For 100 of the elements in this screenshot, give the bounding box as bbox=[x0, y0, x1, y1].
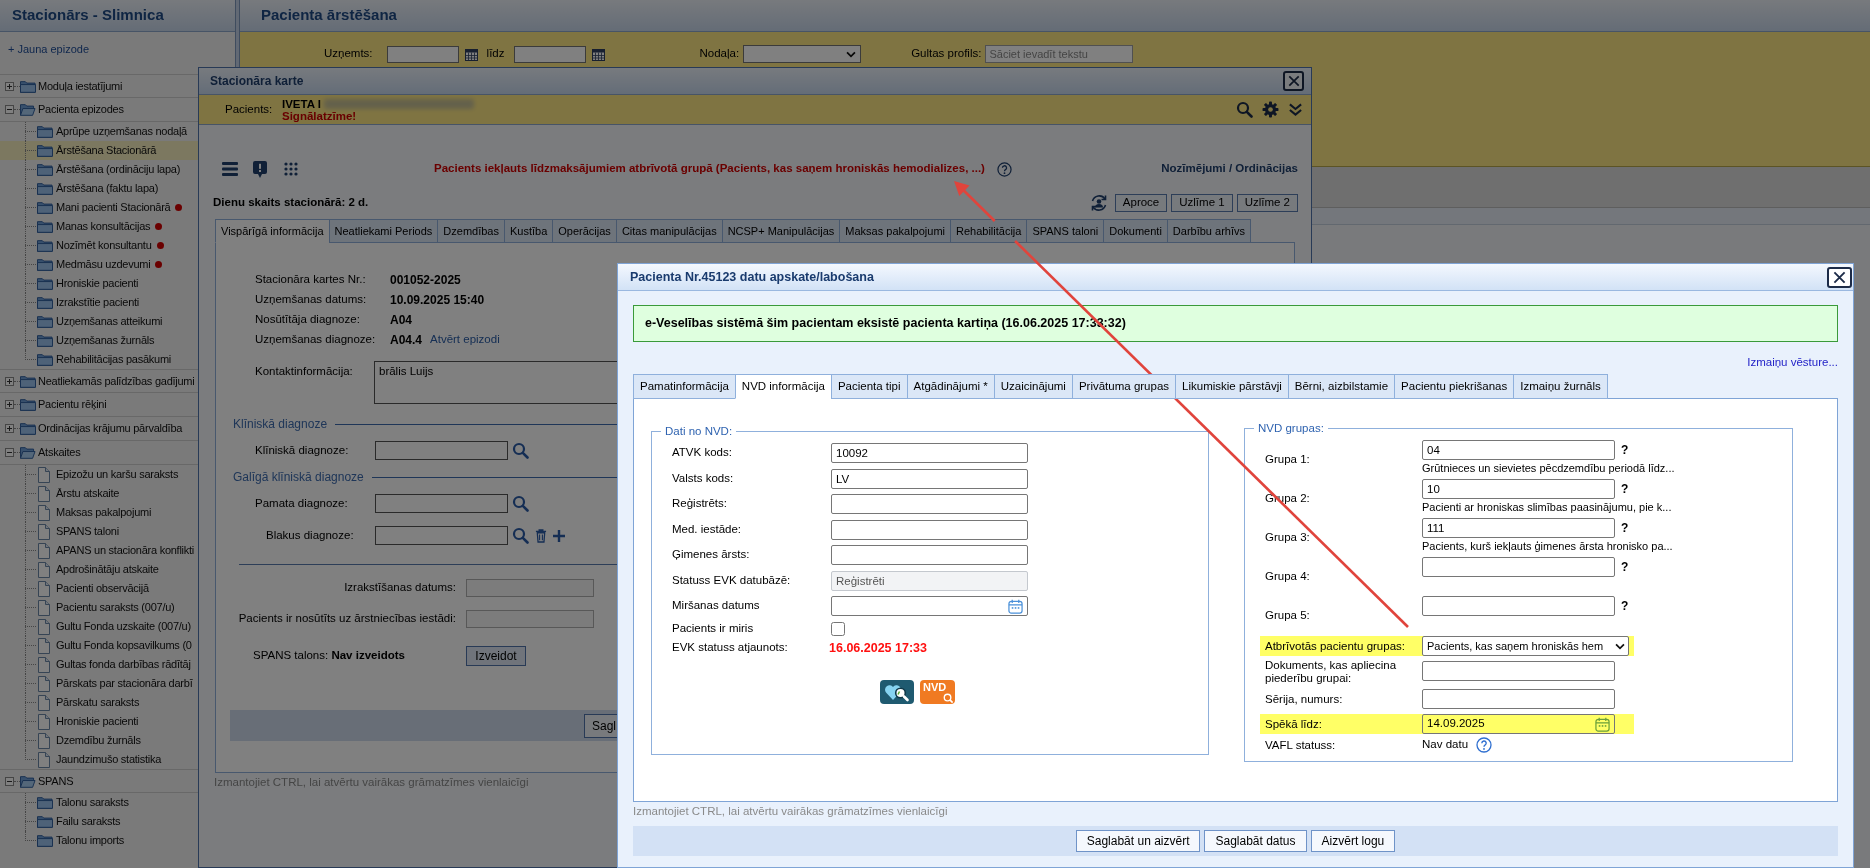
tree-item[interactable]: Gultas fonda darbības rādītāj bbox=[0, 655, 198, 674]
minus-box-icon[interactable] bbox=[5, 776, 14, 786]
tree-item[interactable]: Neatliekamās palīdzības gadījumi bbox=[0, 369, 198, 393]
department-select[interactable] bbox=[743, 45, 862, 63]
tree-item[interactable]: Moduļa iestatījumi bbox=[0, 74, 198, 98]
tree-item[interactable]: Uzņemšanas žurnāls bbox=[0, 331, 198, 350]
diagnosis-field[interactable] bbox=[375, 526, 508, 545]
evk-lookup-button[interactable] bbox=[880, 680, 914, 704]
settings-icon[interactable] bbox=[1262, 101, 1279, 118]
tree-item[interactable]: Ārstēšana Stacionārā bbox=[0, 141, 198, 160]
calendar-icon[interactable] bbox=[1595, 716, 1610, 732]
history-link[interactable]: Izmaiņu vēsture... bbox=[1747, 354, 1838, 368]
tree-item[interactable]: Manas konsultācijas bbox=[0, 217, 198, 236]
tab[interactable]: Rehabilitācija bbox=[950, 219, 1028, 243]
tab[interactable]: Darbību arhīvs bbox=[1166, 219, 1251, 243]
tab[interactable]: Atgādinājumi * bbox=[906, 374, 995, 399]
tree-item[interactable]: Talonu imports bbox=[0, 831, 198, 850]
tree-item[interactable]: Hroniskie pacienti bbox=[0, 712, 198, 731]
text-field[interactable] bbox=[466, 579, 594, 597]
search-icon[interactable] bbox=[512, 495, 529, 512]
tree-item[interactable]: Mani pacienti Stacionārā bbox=[0, 198, 198, 217]
comment-alert-icon[interactable] bbox=[253, 160, 267, 178]
dialog-button[interactable]: Saglabāt un aizvērt bbox=[1075, 830, 1201, 852]
group-code-field[interactable]: 111 bbox=[1422, 518, 1615, 538]
checkbox[interactable] bbox=[831, 621, 845, 636]
tab[interactable]: NCSP+ Manipulācijas bbox=[721, 219, 841, 243]
text-field[interactable] bbox=[831, 545, 1028, 565]
minus-box-icon[interactable] bbox=[5, 105, 14, 114]
help-icon[interactable] bbox=[1476, 737, 1493, 753]
menu-icon[interactable] bbox=[222, 162, 238, 176]
group-select[interactable]: Pacients, kas saņem hroniskās hem bbox=[1422, 636, 1629, 656]
tab[interactable]: Likumiskie pārstāvji bbox=[1175, 374, 1289, 399]
plus-box-icon[interactable] bbox=[5, 376, 14, 386]
date-field[interactable] bbox=[386, 45, 459, 63]
group-code-field[interactable]: 10 bbox=[1422, 479, 1615, 499]
tree-item[interactable]: Pacienta epizodes bbox=[0, 98, 198, 122]
tree-item[interactable]: Medmāsu uzdevumi bbox=[0, 255, 198, 274]
tree-item[interactable]: Atskaites bbox=[0, 441, 198, 465]
tree-item[interactable]: Nozīmēt konsultantu bbox=[0, 236, 198, 255]
tab[interactable]: Kustība bbox=[504, 219, 554, 243]
group-code-field[interactable] bbox=[1422, 596, 1615, 616]
tree-item[interactable]: Ārstēšana (faktu lapa) bbox=[0, 179, 198, 198]
date-field[interactable]: 14.09.2025 bbox=[1422, 714, 1615, 734]
new-episode-link[interactable]: + Jauna epizode bbox=[8, 42, 90, 56]
calendar-icon[interactable] bbox=[464, 47, 478, 61]
tab[interactable]: Pacientu piekrišanas bbox=[1394, 374, 1515, 399]
help-mark[interactable]: ? bbox=[1621, 558, 1629, 576]
diagnosis-field[interactable] bbox=[375, 441, 508, 460]
tree-item[interactable]: Pārskats par stacionāra darbī bbox=[0, 674, 198, 693]
tree-item[interactable]: Izrakstītie pacienti bbox=[0, 293, 198, 312]
plus-box-icon[interactable] bbox=[5, 424, 14, 433]
tab[interactable]: Uzaicinājumi bbox=[993, 374, 1073, 399]
tab[interactable]: Izmaiņu žurnāls bbox=[1513, 374, 1608, 399]
tree-item[interactable]: APANS un stacionāra konflikti bbox=[0, 541, 198, 560]
tab[interactable]: Bērni, aizbilstamie bbox=[1287, 374, 1396, 399]
tree-item[interactable]: Dzemdību žurnāls bbox=[0, 731, 198, 750]
tree-item[interactable]: Talonu saraksts bbox=[0, 793, 198, 812]
text-field[interactable] bbox=[466, 610, 594, 628]
search-icon[interactable] bbox=[512, 442, 529, 459]
trash-icon[interactable] bbox=[535, 527, 547, 544]
tree-item[interactable]: Pārskatu saraksts bbox=[0, 693, 198, 712]
toolbar-button[interactable]: Uzlīme 1 bbox=[1171, 193, 1233, 212]
calendar-icon[interactable] bbox=[1008, 598, 1023, 614]
close-button[interactable] bbox=[1827, 266, 1852, 288]
tab[interactable]: NVD informācija bbox=[734, 374, 832, 399]
tree-item[interactable]: Epizožu un karšu saraksts bbox=[0, 465, 198, 484]
text-field[interactable] bbox=[831, 519, 1028, 540]
tab[interactable]: Dzemdības bbox=[437, 219, 505, 243]
date-field[interactable] bbox=[514, 45, 587, 63]
group-code-field[interactable]: 04 bbox=[1422, 440, 1615, 460]
text-field[interactable] bbox=[1422, 689, 1615, 709]
tab[interactable]: Operācijas bbox=[552, 219, 617, 243]
text-field[interactable]: LV bbox=[831, 468, 1028, 489]
tree-item[interactable]: Pacienti observācijā bbox=[0, 579, 198, 598]
open-episode-link[interactable]: Atvērt epizodi bbox=[430, 331, 500, 349]
dialog-button[interactable]: Aizvērt logu bbox=[1310, 830, 1396, 852]
tab[interactable]: Neatliekami Periods bbox=[328, 219, 439, 243]
tree-item[interactable]: Maksas pakalpojumi bbox=[0, 503, 198, 522]
help-mark[interactable]: ? bbox=[1621, 480, 1629, 498]
help-mark[interactable]: ? bbox=[1621, 441, 1629, 459]
text-field[interactable] bbox=[1422, 661, 1615, 681]
dialog-button[interactable]: Saglabāt datus bbox=[1204, 830, 1307, 852]
tab[interactable]: Citas manipulācijas bbox=[615, 219, 723, 243]
plus-box-icon[interactable] bbox=[5, 81, 14, 91]
toolbar-button[interactable]: Aproce bbox=[1114, 193, 1168, 212]
tab[interactable]: SPANS taloni bbox=[1026, 219, 1105, 243]
tree-item[interactable]: Hroniskie pacienti bbox=[0, 274, 198, 293]
tree-item[interactable]: Uzņemšanas atteikumi bbox=[0, 312, 198, 331]
tree-item[interactable]: Gultu Fonda uzskaite (007/u) bbox=[0, 617, 198, 636]
help-icon[interactable] bbox=[996, 161, 1012, 177]
group-code-field[interactable] bbox=[1422, 557, 1615, 577]
tree-item[interactable]: Ordinācijas krājumu pārvaldība bbox=[0, 417, 198, 441]
tab[interactable]: Privātuma grupas bbox=[1071, 374, 1177, 399]
double-chevron-down-icon[interactable] bbox=[1288, 102, 1303, 117]
tree-item[interactable]: Rehabilitācijas pasākumi bbox=[0, 350, 198, 369]
tab[interactable]: Pacienta tipi bbox=[830, 374, 908, 399]
date-field[interactable] bbox=[831, 596, 1028, 616]
help-mark[interactable]: ? bbox=[1621, 519, 1629, 537]
nvd-lookup-button[interactable]: NVD bbox=[920, 680, 955, 704]
diagnosis-field[interactable] bbox=[375, 494, 508, 513]
